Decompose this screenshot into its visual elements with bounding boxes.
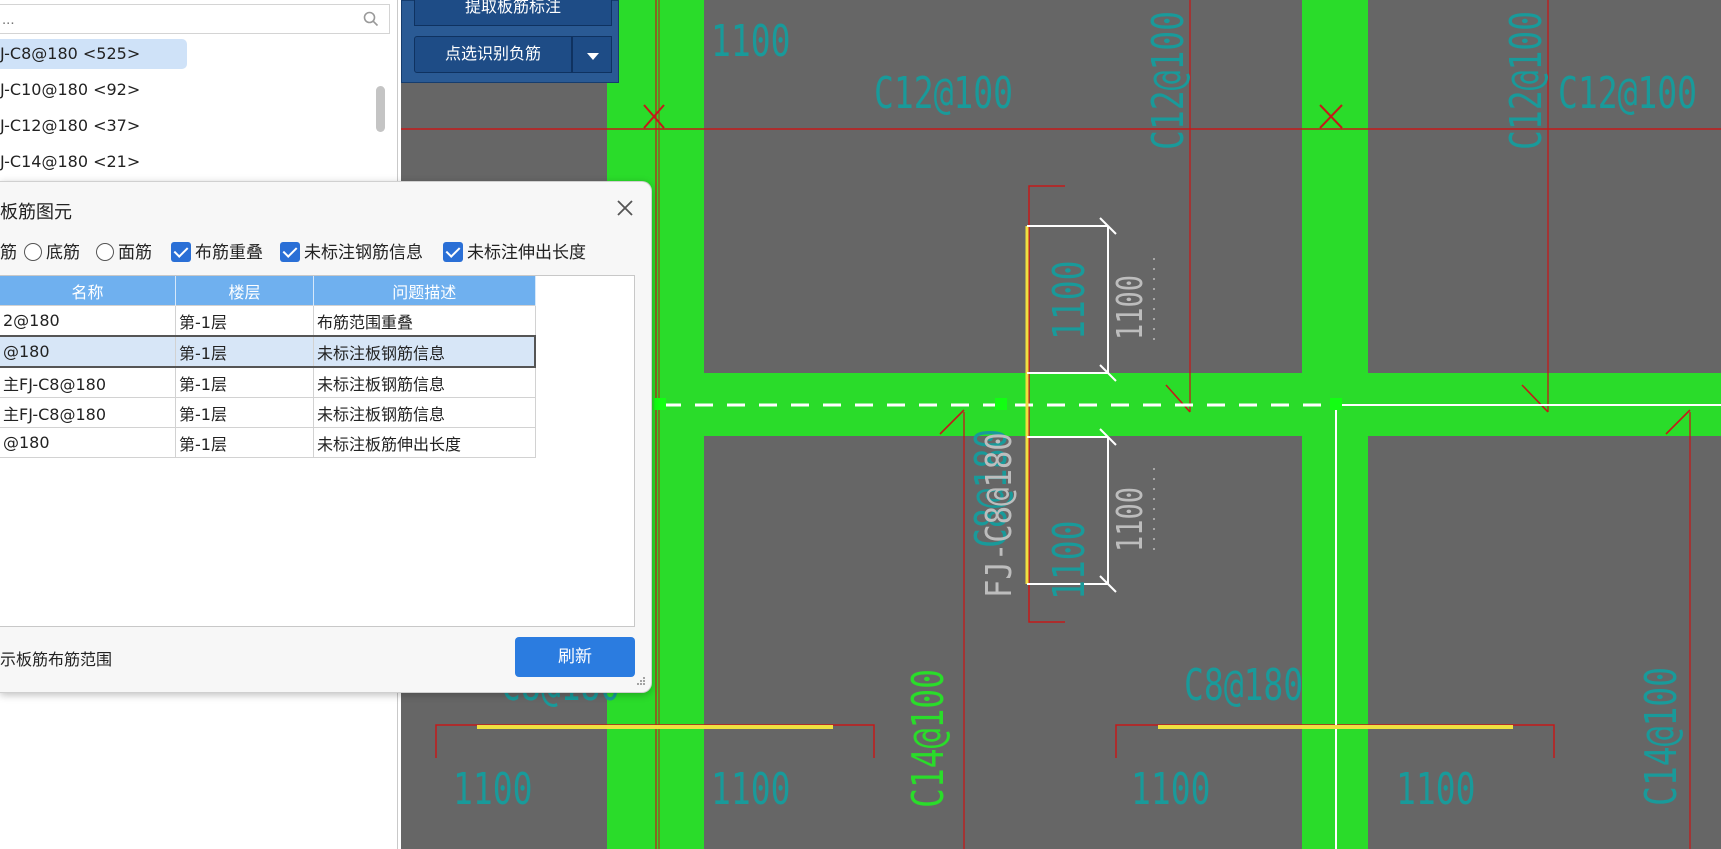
checkbox-overlap[interactable]: 布筋重叠 <box>171 242 263 264</box>
checkbox-checked-icon[interactable] <box>443 242 463 262</box>
rebar-list-item[interactable]: J-C14@180 <21> <box>0 147 140 177</box>
table-row[interactable]: 主FJ-C8@180 第-1层 未标注板钢筋信息 <box>0 397 536 428</box>
chevron-down-icon <box>587 53 599 60</box>
cad-label: C12@100 <box>1558 68 1697 119</box>
column-header-issue[interactable]: 问题描述 <box>313 276 536 306</box>
cad-label: C12@100 <box>1143 11 1194 150</box>
cell-issue: 未标注板筋伸出长度 <box>313 427 536 458</box>
cad-label: C14@100 <box>903 669 954 808</box>
cell-floor: 第-1层 <box>175 305 314 337</box>
column-header-name[interactable]: 名称 <box>0 276 176 306</box>
rebar-list-item[interactable]: J-C12@180 <37> <box>0 111 140 141</box>
toolbar-panel: 提取板筋标注 点选识别负筋 <box>401 0 619 83</box>
cell-issue: 未标注板钢筋信息 <box>313 335 536 368</box>
radio-bottom-rebar[interactable]: 底筋 <box>24 242 80 264</box>
cell-floor: 第-1层 <box>175 335 314 368</box>
cad-label: C14@100 <box>1636 667 1687 806</box>
table-row[interactable]: @180 第-1层 未标注板筋伸出长度 <box>0 427 536 458</box>
cad-label: 1100 <box>711 16 790 67</box>
cell-name: @180 <box>0 427 176 458</box>
search-input[interactable] <box>0 5 354 33</box>
radio-top-rebar[interactable]: 面筋 <box>96 242 152 264</box>
table-header-row: 名称 楼层 问题描述 <box>0 276 536 306</box>
cell-issue: 未标注板钢筋信息 <box>313 366 536 398</box>
cad-label: 1100 <box>1108 275 1151 340</box>
cell-name: 2@180 <box>0 305 176 337</box>
close-icon[interactable] <box>614 197 636 219</box>
rebar-check-dialog: 板筋图元 筋 底筋 面筋 布筋重叠 未标注钢筋信息 未标注伸出长度 名称 楼层 … <box>0 181 652 693</box>
checkbox-checked-icon[interactable] <box>171 242 191 262</box>
cell-issue: 未标注板钢筋信息 <box>313 397 536 428</box>
cell-name: 主FJ-C8@180 <box>0 366 176 398</box>
option-partial: 筋 <box>0 243 17 262</box>
resize-grip-icon[interactable] <box>636 676 646 686</box>
rebar-list-item[interactable]: J-C8@180 <525> <box>0 39 187 69</box>
cad-label: 1100 <box>1044 521 1095 600</box>
cad-label: C12@100 <box>874 68 1013 119</box>
cad-label: C8@180 <box>1184 660 1303 711</box>
extract-rebar-label-button[interactable]: 提取板筋标注 <box>414 0 612 26</box>
cad-label: 1100 <box>1108 487 1151 552</box>
checkbox-checked-icon[interactable] <box>280 242 300 262</box>
cell-issue: 布筋范围重叠 <box>313 305 536 337</box>
cell-name: 主FJ-C8@180 <box>0 397 176 428</box>
issue-table: 名称 楼层 问题描述 2@180 第-1层 布筋范围重叠 @180 第-1层 未… <box>0 276 536 458</box>
show-range-label[interactable]: 示板筋布筋范围 <box>0 646 112 670</box>
list-scrollbar[interactable] <box>376 86 385 132</box>
dialog-title: 板筋图元 <box>0 202 72 222</box>
search-icon[interactable] <box>363 11 379 27</box>
checkbox-unmarked-length[interactable]: 未标注伸出长度 <box>443 242 586 264</box>
cell-name: @180 <box>0 335 176 368</box>
radio-icon[interactable] <box>24 243 42 261</box>
pick-dropdown-button[interactable] <box>572 36 612 73</box>
cell-floor: 第-1层 <box>175 366 314 398</box>
column-header-floor[interactable]: 楼层 <box>175 276 314 306</box>
cad-label: 1100 <box>1044 261 1095 340</box>
rebar-list-item[interactable]: J-C10@180 <92> <box>0 75 140 105</box>
checkbox-unmarked-info[interactable]: 未标注钢筋信息 <box>280 242 423 264</box>
issue-grid: 名称 楼层 问题描述 2@180 第-1层 布筋范围重叠 @180 第-1层 未… <box>0 275 635 627</box>
cad-label: FJ-C8@180 <box>978 432 1020 598</box>
table-row[interactable]: 2@180 第-1层 布筋范围重叠 <box>0 305 536 337</box>
table-row[interactable]: 主FJ-C8@180 第-1层 未标注板钢筋信息 <box>0 366 536 398</box>
radio-icon[interactable] <box>96 243 114 261</box>
cell-floor: 第-1层 <box>175 397 314 428</box>
cad-label: 1100 <box>453 764 532 815</box>
cad-label: 1100 <box>1396 764 1475 815</box>
cad-label: 1100 <box>711 764 790 815</box>
pick-negative-rebar-button[interactable]: 点选识别负筋 <box>414 36 572 73</box>
table-row-selected[interactable]: @180 第-1层 未标注板钢筋信息 <box>0 335 536 368</box>
cad-label: C12@100 <box>1501 11 1552 150</box>
search-box[interactable] <box>0 4 390 34</box>
cell-floor: 第-1层 <box>175 427 314 458</box>
refresh-button[interactable]: 刷新 <box>515 637 635 677</box>
cad-label: 1100 <box>1131 764 1210 815</box>
